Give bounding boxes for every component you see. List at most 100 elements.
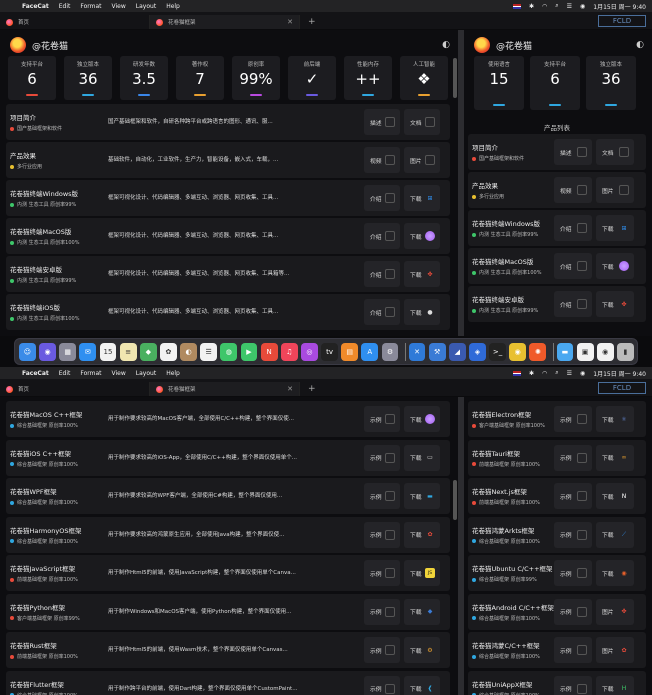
photos-icon[interactable]: ✿: [159, 342, 177, 361]
menu-layout[interactable]: Layout: [136, 3, 156, 10]
news-icon[interactable]: N: [260, 342, 278, 361]
reminders-icon[interactable]: ☰: [200, 342, 218, 361]
input-source-icon[interactable]: [512, 3, 521, 9]
location-icon[interactable]: ◈: [469, 342, 486, 361]
control-center-icon[interactable]: ☰: [567, 370, 572, 377]
item-button-secondary[interactable]: 下载: [404, 406, 440, 432]
notes-icon[interactable]: ≡: [119, 342, 137, 361]
menu-layout[interactable]: Layout: [136, 370, 156, 377]
menu-edit[interactable]: Edit: [59, 370, 71, 377]
search-icon[interactable]: ⌕: [555, 369, 558, 377]
calendar-icon[interactable]: 15: [99, 342, 117, 361]
menu-format[interactable]: Format: [80, 370, 101, 377]
mail-icon[interactable]: ✉: [79, 342, 97, 361]
item-button-primary[interactable]: 介绍: [364, 299, 400, 325]
item-button-secondary[interactable]: 下载 ◆: [404, 598, 440, 625]
podcasts-icon[interactable]: ◎: [300, 342, 318, 361]
item-button-secondary[interactable]: 下载 ▬: [404, 483, 440, 509]
terminal-icon[interactable]: >_: [489, 342, 507, 361]
chrome-icon[interactable]: ◉: [509, 342, 527, 361]
vscode-icon[interactable]: ✕: [408, 342, 426, 361]
item-button-secondary[interactable]: 文档: [404, 109, 440, 135]
theme-toggle-icon[interactable]: ◐: [442, 40, 450, 50]
item-button-secondary[interactable]: 文档: [596, 139, 634, 165]
preview-icon[interactable]: ▣: [576, 342, 594, 361]
item-button-primary[interactable]: 示例: [364, 521, 400, 548]
maps-icon[interactable]: ◆: [139, 342, 157, 361]
control-center-icon[interactable]: ☰: [567, 3, 572, 10]
item-button-secondary[interactable]: 下载 ✿: [404, 521, 440, 548]
item-button-secondary[interactable]: 下载 ⚛: [596, 406, 634, 432]
music-icon[interactable]: ♫: [280, 342, 298, 361]
item-button-primary[interactable]: 视频: [364, 147, 400, 173]
tab-framework[interactable]: 花卷猫框架 ✕: [150, 382, 300, 396]
app-menu[interactable]: FaceCat: [22, 370, 49, 377]
wifi-icon[interactable]: ◠: [542, 3, 547, 10]
item-button-primary[interactable]: 示例: [364, 406, 400, 432]
settings-icon[interactable]: ⚙: [381, 342, 399, 361]
chrome2-icon[interactable]: ◉: [596, 342, 614, 361]
siri-menu-icon[interactable]: ◉: [580, 3, 585, 10]
finder-icon[interactable]: ☺: [19, 342, 36, 361]
item-button-secondary[interactable]: 下载 ⟋: [596, 521, 634, 548]
item-button-primary[interactable]: 示例: [364, 483, 400, 509]
menu-view[interactable]: View: [112, 370, 126, 377]
item-button-primary[interactable]: 视频: [554, 177, 592, 203]
wifi-icon[interactable]: ◠: [542, 370, 547, 377]
user-avatar[interactable]: [10, 37, 26, 53]
instruments-icon[interactable]: ◢: [448, 342, 466, 361]
item-button-primary[interactable]: 示例: [364, 444, 400, 471]
facetime-icon[interactable]: ▶: [240, 342, 258, 361]
xcode-icon[interactable]: ⚒: [428, 342, 446, 361]
siri-icon[interactable]: ◉: [39, 342, 56, 361]
item-button-secondary[interactable]: 图片 ✿: [596, 637, 634, 663]
contacts-icon[interactable]: ◐: [180, 342, 197, 361]
item-button-primary[interactable]: 介绍: [364, 223, 400, 249]
item-button-secondary[interactable]: 下载 ⊞: [404, 185, 440, 211]
books-icon[interactable]: ▤: [341, 342, 359, 361]
item-button-primary[interactable]: 介绍: [364, 261, 400, 287]
item-button-primary[interactable]: 示例: [554, 637, 592, 663]
item-button-secondary[interactable]: 下载 ●: [404, 299, 440, 325]
theme-toggle-icon[interactable]: ◐: [636, 40, 644, 50]
item-button-primary[interactable]: 示例: [554, 444, 592, 471]
user-avatar[interactable]: [474, 37, 490, 53]
clock[interactable]: 1月15日 周一 9:40: [593, 2, 646, 11]
item-button-secondary[interactable]: 下载 ▭: [404, 444, 440, 471]
item-button-primary[interactable]: 示例: [554, 675, 592, 695]
clock[interactable]: 1月15日 周一 9:40: [593, 369, 646, 378]
menu-edit[interactable]: Edit: [59, 3, 71, 10]
tab-home[interactable]: 首页: [0, 15, 150, 29]
item-button-secondary[interactable]: 下载 JS: [404, 560, 440, 586]
item-button-primary[interactable]: 示例: [554, 598, 592, 625]
item-button-secondary[interactable]: 下载 ∞: [596, 444, 634, 471]
tab-home[interactable]: 首页: [0, 382, 150, 396]
item-button-secondary[interactable]: 图片: [404, 147, 440, 173]
item-button-secondary[interactable]: 下载 ❰: [404, 675, 440, 695]
item-button-primary[interactable]: 示例: [554, 521, 592, 548]
menu-help[interactable]: Help: [166, 3, 180, 10]
search-icon[interactable]: ⌕: [555, 2, 558, 10]
folder-icon[interactable]: ▬: [556, 342, 574, 361]
item-button-secondary[interactable]: 下载 ✤: [596, 291, 634, 317]
scrollbar[interactable]: [453, 58, 457, 98]
item-button-secondary[interactable]: 图片: [596, 177, 634, 203]
item-button-primary[interactable]: 介绍: [554, 253, 592, 279]
item-button-primary[interactable]: 介绍: [554, 291, 592, 317]
new-tab-button[interactable]: +: [308, 15, 316, 29]
menu-help[interactable]: Help: [166, 370, 180, 377]
item-button-primary[interactable]: 示例: [554, 560, 592, 586]
appstore-icon[interactable]: A: [361, 342, 379, 361]
messages-icon[interactable]: ◍: [220, 342, 238, 361]
item-button-secondary[interactable]: 下载: [404, 223, 440, 249]
item-button-primary[interactable]: 示例: [364, 637, 400, 663]
tab-framework[interactable]: 花卷猫框架 ✕: [150, 15, 300, 29]
menu-view[interactable]: View: [112, 3, 126, 10]
item-button-secondary[interactable]: 下载 ⚙: [404, 637, 440, 663]
facecat-icon[interactable]: ✺: [529, 342, 547, 361]
apple-icon[interactable]: [8, 369, 16, 377]
menu-format[interactable]: Format: [80, 3, 101, 10]
scrollbar[interactable]: [453, 480, 457, 520]
item-button-primary[interactable]: 描述: [554, 139, 592, 165]
item-button-secondary[interactable]: 下载 H: [596, 675, 634, 695]
